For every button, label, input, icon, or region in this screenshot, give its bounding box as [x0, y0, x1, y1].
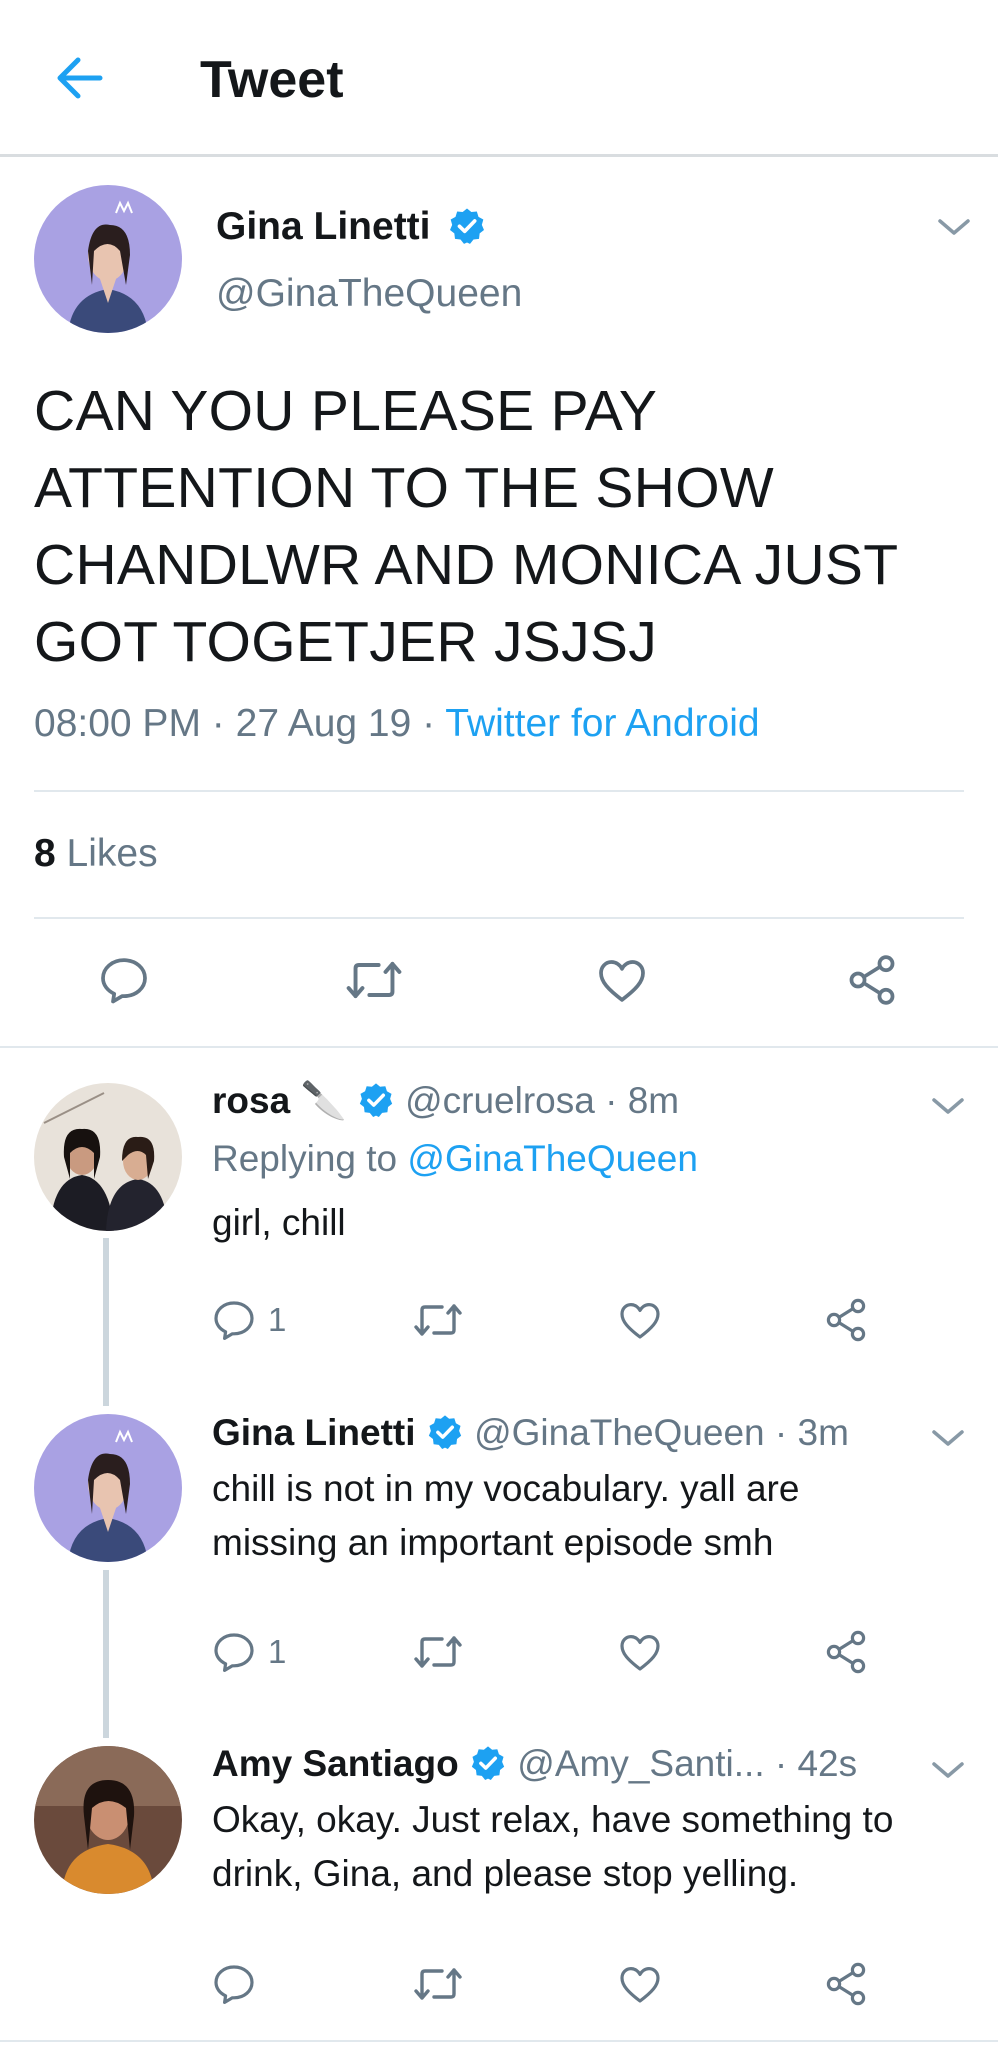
reply-author[interactable]: Gina Linetti @GinaTheQueen · 3m [212, 1412, 849, 1454]
tweet-date: 27 Aug 19 [235, 702, 412, 745]
comment-icon [214, 1301, 254, 1340]
tweet-meta: 08:00 PM · 27 Aug 19 · Twitter for Andro… [34, 702, 760, 745]
share-icon [826, 1298, 866, 1342]
divider [0, 2040, 998, 2042]
reply-avatar[interactable] [34, 1746, 182, 1894]
reply-text: chill is not in my vocabulary. yall are … [212, 1468, 800, 1563]
share-button[interactable] [822, 1296, 870, 1344]
reply-avatar[interactable] [34, 1083, 182, 1231]
reply-author[interactable]: rosa 🔪 @cruelrosa · 8m [212, 1080, 679, 1123]
retweet-button[interactable] [344, 952, 404, 1008]
verified-badge-icon [471, 1746, 505, 1781]
chevron-down-icon[interactable] [930, 1426, 966, 1450]
reply-button[interactable]: 1 [210, 1296, 286, 1344]
share-icon [826, 1630, 866, 1674]
retweet-icon [414, 1968, 462, 2000]
like-button[interactable] [594, 952, 650, 1008]
retweet-button[interactable] [412, 1960, 464, 2008]
arrow-left-icon [57, 57, 103, 99]
share-button[interactable] [822, 1960, 870, 2008]
divider [34, 790, 964, 792]
main-avatar[interactable] [34, 185, 182, 333]
tweet-text: CAN YOU PLEASE PAY ATTENTION TO THE SHOW… [34, 379, 899, 674]
reply-button[interactable]: 1 [210, 1628, 286, 1676]
likes-stat[interactable]: 8 Likes [34, 832, 158, 876]
chevron-down-icon[interactable] [930, 1094, 966, 1118]
like-button[interactable] [616, 1960, 664, 2008]
replying-to-link[interactable]: @GinaTheQueen [407, 1138, 698, 1179]
divider [34, 917, 964, 919]
replying-to: Replying to @GinaTheQueen [212, 1138, 698, 1179]
author-name[interactable]: Gina Linetti [216, 205, 487, 249]
comment-icon [214, 1965, 254, 2004]
share-button[interactable] [844, 952, 900, 1008]
thread-line [103, 1238, 109, 1406]
chevron-down-icon[interactable] [930, 1758, 966, 1782]
verified-badge-icon [359, 1083, 392, 1118]
tweet-time: 08:00 PM [34, 702, 201, 745]
share-button[interactable] [822, 1628, 870, 1676]
reply-button[interactable] [210, 1960, 268, 2008]
divider [0, 1046, 998, 1048]
like-button[interactable] [616, 1628, 664, 1676]
retweet-icon [346, 961, 402, 999]
heart-icon [620, 1967, 660, 2003]
retweet-button[interactable] [412, 1628, 464, 1676]
reply-author[interactable]: Amy Santiago @Amy_Santi... · 42s [212, 1743, 857, 1785]
heart-icon [620, 1635, 660, 1671]
retweet-icon [414, 1304, 462, 1336]
heart-icon [599, 960, 645, 1002]
reply-count: 1 [268, 1633, 287, 1670]
share-icon [849, 955, 895, 1005]
like-button[interactable] [616, 1296, 664, 1344]
verified-badge-icon [450, 208, 485, 244]
reply-avatar[interactable] [34, 1414, 182, 1562]
reply-count: 1 [268, 1301, 287, 1338]
retweet-icon [414, 1636, 462, 1668]
thread-line [103, 1570, 109, 1738]
back-button[interactable] [44, 48, 114, 108]
verified-badge-icon [428, 1415, 461, 1450]
tweet-source-link[interactable]: Twitter for Android [445, 702, 759, 745]
knife-emoji: 🔪 [300, 1080, 347, 1121]
retweet-button[interactable] [412, 1296, 464, 1344]
share-icon [826, 1962, 866, 2006]
author-handle[interactable]: @GinaTheQueen [216, 272, 522, 316]
page-title: Tweet [200, 51, 344, 109]
chevron-down-icon[interactable] [936, 215, 972, 239]
reply-text: Okay, okay. Just relax, have something t… [212, 1799, 894, 1894]
heart-icon [620, 1303, 660, 1339]
reply-text: girl, chill [212, 1202, 346, 1243]
comment-icon [214, 1633, 254, 1672]
reply-button[interactable] [96, 952, 152, 1008]
comment-icon [101, 958, 147, 1004]
top-bar: Tweet [0, 0, 998, 157]
